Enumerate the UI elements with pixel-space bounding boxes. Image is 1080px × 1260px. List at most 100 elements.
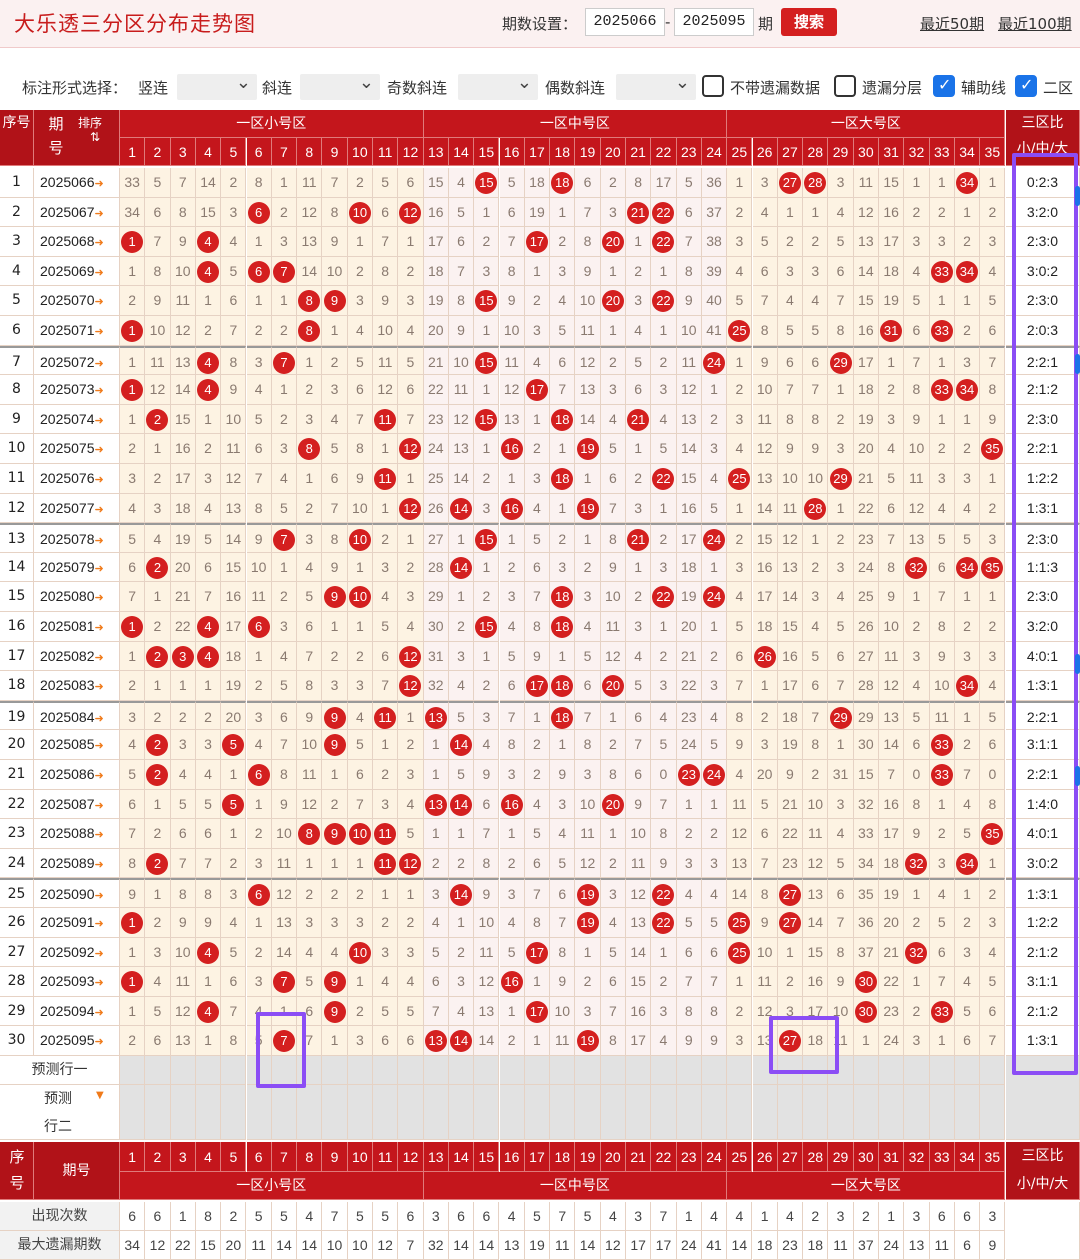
prediction-cell[interactable] bbox=[423, 1085, 449, 1140]
prediction-cell[interactable] bbox=[221, 1085, 247, 1140]
prediction-cell[interactable] bbox=[575, 1085, 601, 1140]
period-start-input[interactable]: 2025066 bbox=[585, 8, 665, 36]
prediction-cell[interactable] bbox=[499, 1085, 525, 1140]
prediction-cell[interactable] bbox=[373, 1056, 399, 1085]
prediction-cell[interactable] bbox=[145, 1056, 171, 1085]
prediction-cell[interactable] bbox=[373, 1085, 399, 1140]
prediction-cell[interactable] bbox=[120, 1085, 146, 1140]
prediction-cell[interactable] bbox=[980, 1056, 1006, 1085]
prediction-cell[interactable] bbox=[524, 1056, 551, 1085]
scroll-marker[interactable] bbox=[1075, 354, 1080, 374]
prediction-cell[interactable] bbox=[904, 1085, 930, 1140]
prediction-cell[interactable] bbox=[398, 1085, 424, 1140]
prediction-cell[interactable] bbox=[448, 1056, 475, 1085]
search-button[interactable]: 搜索 bbox=[781, 8, 837, 36]
prediction-cell[interactable] bbox=[853, 1085, 879, 1140]
diagonal-select[interactable] bbox=[300, 72, 380, 100]
arrow-right-icon[interactable]: ➜ bbox=[95, 918, 104, 930]
arrow-right-icon[interactable]: ➜ bbox=[95, 267, 104, 279]
prediction-cell[interactable] bbox=[828, 1085, 854, 1140]
prediction-cell[interactable] bbox=[701, 1085, 728, 1140]
prediction-cell[interactable] bbox=[600, 1056, 626, 1085]
prediction-cell[interactable] bbox=[120, 1056, 146, 1085]
prediction-cell[interactable] bbox=[600, 1085, 626, 1140]
prediction-cell[interactable] bbox=[347, 1085, 373, 1140]
prediction-cell[interactable] bbox=[626, 1085, 652, 1140]
prediction-cell[interactable] bbox=[954, 1056, 981, 1085]
arrow-right-icon[interactable]: ➜ bbox=[95, 622, 104, 634]
arrow-right-icon[interactable]: ➜ bbox=[95, 208, 104, 220]
prediction-cell[interactable] bbox=[145, 1085, 171, 1140]
arrow-right-icon[interactable]: ➜ bbox=[95, 859, 104, 871]
arrow-right-icon[interactable]: ➜ bbox=[95, 770, 104, 782]
prediction-cell[interactable] bbox=[195, 1085, 222, 1140]
arrow-right-icon[interactable]: ➜ bbox=[95, 800, 104, 812]
recent-50-link[interactable]: 最近50期 bbox=[920, 13, 984, 34]
prediction-cell[interactable] bbox=[550, 1056, 576, 1085]
prediction-cell[interactable] bbox=[575, 1056, 601, 1085]
prediction-cell[interactable] bbox=[170, 1085, 196, 1140]
prediction-cell[interactable] bbox=[879, 1085, 905, 1140]
prediction-cell[interactable] bbox=[752, 1085, 778, 1140]
arrow-right-icon[interactable]: ➜ bbox=[95, 829, 104, 841]
prediction-cell[interactable] bbox=[879, 1056, 905, 1085]
prediction-cell[interactable] bbox=[474, 1085, 500, 1140]
arrow-right-icon[interactable]: ➜ bbox=[95, 178, 104, 190]
prediction-cell[interactable] bbox=[980, 1085, 1006, 1140]
arrow-right-icon[interactable]: ➜ bbox=[95, 358, 104, 370]
prediction-cell[interactable] bbox=[170, 1056, 196, 1085]
arrow-right-icon[interactable]: ➜ bbox=[95, 535, 104, 547]
prediction-cell[interactable] bbox=[803, 1085, 829, 1140]
prediction-cell[interactable] bbox=[676, 1085, 702, 1140]
sort-button[interactable]: 排序 bbox=[78, 116, 102, 130]
arrow-right-icon[interactable]: ➜ bbox=[95, 652, 104, 664]
prediction-cell[interactable] bbox=[474, 1056, 500, 1085]
prediction-cell[interactable] bbox=[550, 1085, 576, 1140]
prediction-cell[interactable] bbox=[423, 1056, 449, 1085]
prediction-cell[interactable] bbox=[499, 1056, 525, 1085]
prediction-cell[interactable] bbox=[221, 1056, 247, 1085]
prediction-cell[interactable] bbox=[929, 1085, 955, 1140]
arrow-right-icon[interactable]: ➜ bbox=[95, 563, 104, 575]
prediction-cell[interactable] bbox=[929, 1056, 955, 1085]
prediction-cell[interactable] bbox=[195, 1056, 222, 1085]
prediction-cell[interactable] bbox=[524, 1085, 551, 1140]
arrow-right-icon[interactable]: ➜ bbox=[95, 1007, 104, 1019]
scroll-marker[interactable] bbox=[1075, 766, 1080, 786]
arrow-right-icon[interactable]: ➜ bbox=[95, 415, 104, 427]
arrow-right-icon[interactable]: ➜ bbox=[95, 681, 104, 693]
prediction-cell[interactable] bbox=[626, 1056, 652, 1085]
prediction-cell[interactable] bbox=[271, 1085, 298, 1140]
period-end-input[interactable]: 2025095 bbox=[674, 8, 754, 36]
prediction-cell[interactable] bbox=[322, 1056, 348, 1085]
prediction-cell[interactable] bbox=[322, 1085, 348, 1140]
scroll-marker[interactable] bbox=[1075, 654, 1080, 674]
zone2-checkbox[interactable] bbox=[1015, 75, 1037, 97]
arrow-right-icon[interactable]: ➜ bbox=[95, 444, 104, 456]
arrow-right-icon[interactable]: ➜ bbox=[95, 1036, 104, 1048]
arrow-right-icon[interactable]: ➜ bbox=[95, 977, 104, 989]
arrow-right-icon[interactable]: ➜ bbox=[95, 948, 104, 960]
prediction-cell[interactable] bbox=[954, 1085, 981, 1140]
arrow-right-icon[interactable]: ➜ bbox=[95, 592, 104, 604]
arrow-right-icon[interactable]: ➜ bbox=[95, 296, 104, 308]
missing-layer-checkbox[interactable] bbox=[834, 75, 856, 97]
arrow-right-icon[interactable]: ➜ bbox=[95, 385, 104, 397]
even-diagonal-select[interactable] bbox=[616, 72, 696, 100]
arrow-down-icon[interactable]: ▼ bbox=[96, 1089, 104, 1103]
arrow-right-icon[interactable]: ➜ bbox=[95, 326, 104, 338]
scroll-marker[interactable] bbox=[1075, 186, 1080, 206]
arrow-right-icon[interactable]: ➜ bbox=[95, 713, 104, 725]
prediction-cell[interactable] bbox=[651, 1085, 677, 1140]
prediction-cell[interactable] bbox=[347, 1056, 373, 1085]
arrow-right-icon[interactable]: ➜ bbox=[95, 474, 104, 486]
prediction-cell[interactable] bbox=[904, 1056, 930, 1085]
odd-diagonal-select[interactable] bbox=[458, 72, 538, 100]
prediction-cell[interactable] bbox=[448, 1085, 475, 1140]
aux-line-checkbox[interactable] bbox=[933, 75, 955, 97]
prediction-cell[interactable] bbox=[701, 1056, 728, 1085]
prediction-cell[interactable] bbox=[727, 1085, 753, 1140]
no-missing-checkbox[interactable] bbox=[702, 75, 724, 97]
prediction-cell[interactable] bbox=[853, 1056, 879, 1085]
sort-arrows-icon[interactable]: ⇅ bbox=[90, 130, 100, 144]
